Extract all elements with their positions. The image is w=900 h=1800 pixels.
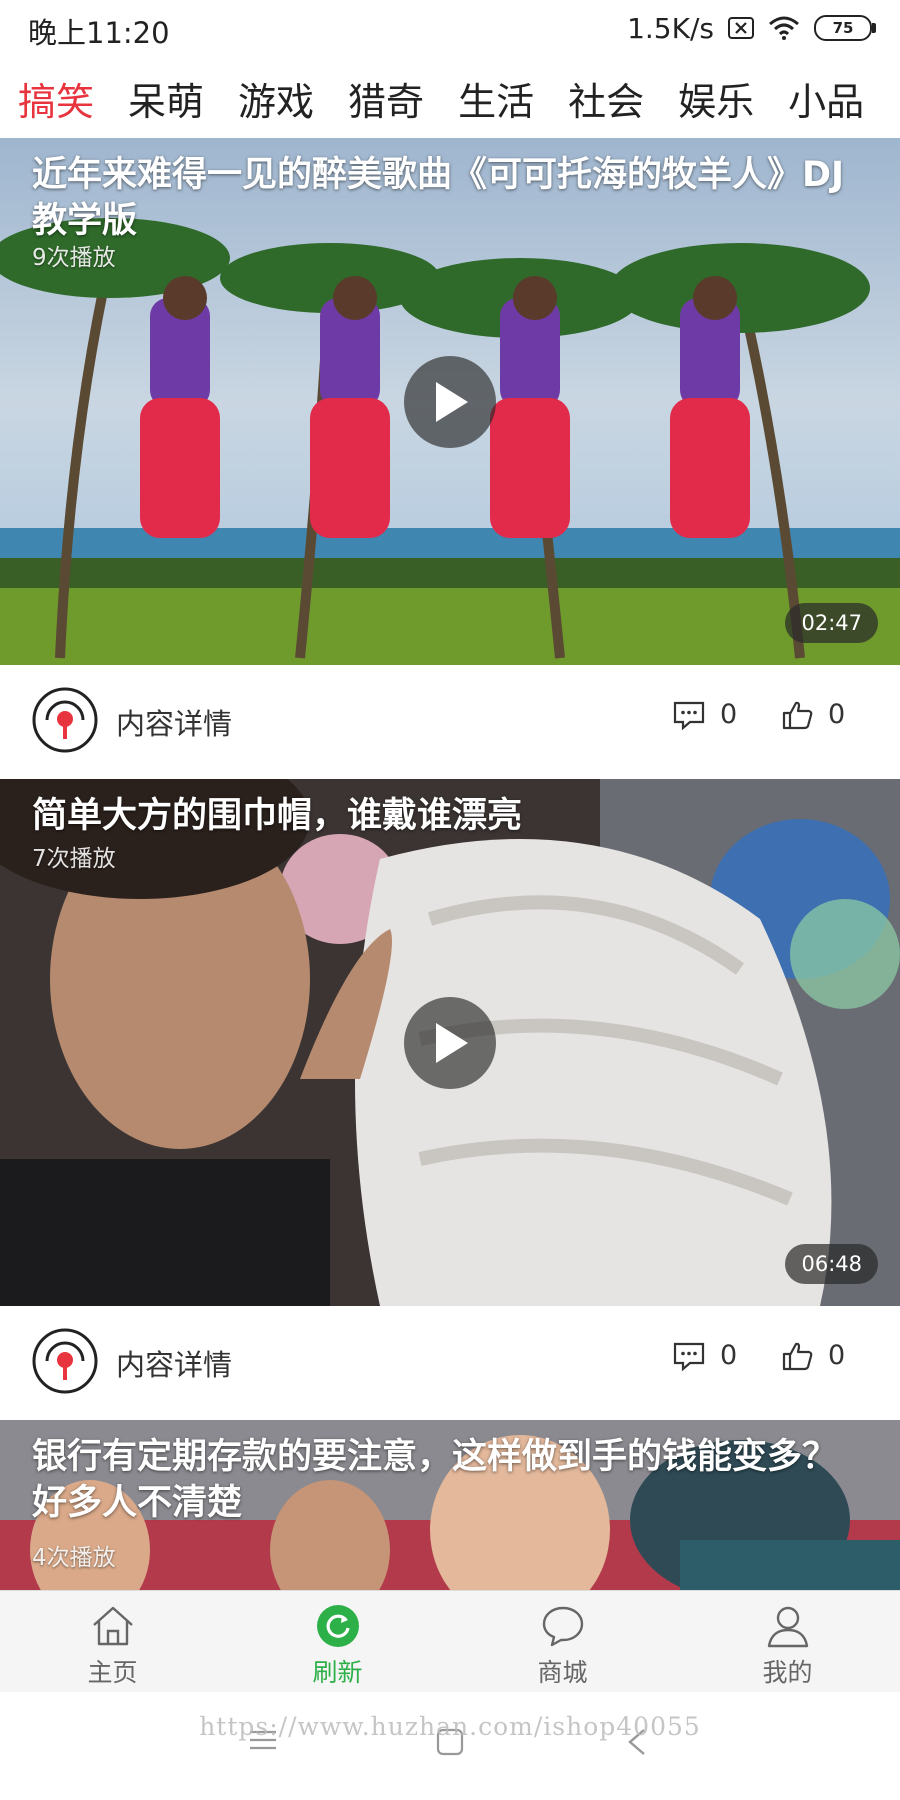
nav-home[interactable]: 主页	[0, 1591, 225, 1693]
nav-refresh[interactable]: 刷新	[225, 1591, 450, 1693]
thumbs-up-icon	[782, 1342, 813, 1370]
like-count: 0	[828, 699, 846, 730]
video-meta-row: 内容详情 0 0	[0, 665, 900, 779]
tab-lieqi[interactable]: 猎奇	[348, 71, 424, 126]
video-card[interactable]: 银行有定期存款的要注意，这样做到手的钱能变多？好多人不清楚 4次播放	[0, 1420, 900, 1596]
video-card[interactable]: 近年来难得一见的醉美歌曲《可可托海的牧羊人》DJ教学版 9次播放 02:47	[0, 138, 900, 665]
comment-count: 0	[720, 699, 738, 730]
avatar[interactable]	[32, 1328, 98, 1394]
like-button[interactable]: 0	[782, 699, 845, 730]
chat-bubble-icon	[542, 1606, 583, 1647]
comment-count: 0	[720, 1340, 738, 1371]
video-card[interactable]: 简单大方的围巾帽，谁戴谁漂亮 7次播放 06:48	[0, 779, 900, 1306]
nav-mall[interactable]: 商城	[450, 1591, 675, 1693]
status-bar: 晚上11:20 1.5K/s 75	[0, 0, 900, 58]
comment-button[interactable]: 0	[672, 699, 737, 730]
video-title[interactable]: 简单大方的围巾帽，谁戴谁漂亮	[32, 793, 852, 839]
network-speed: 1.5K/s	[627, 11, 714, 45]
content-detail-link[interactable]: 内容详情	[116, 701, 232, 743]
tab-shenghuo[interactable]: 生活	[458, 71, 534, 126]
play-count: 4次播放	[32, 1545, 116, 1571]
video-title[interactable]: 近年来难得一见的醉美歌曲《可可托海的牧羊人》DJ教学版	[32, 152, 852, 244]
battery-icon: 75	[814, 15, 876, 41]
play-icon	[436, 1023, 468, 1063]
play-count: 7次播放	[32, 846, 116, 872]
comment-icon	[673, 1342, 705, 1371]
wifi-icon	[768, 16, 800, 40]
play-count: 9次播放	[32, 245, 116, 271]
play-button[interactable]	[404, 356, 496, 448]
tab-xiaopin[interactable]: 小品	[788, 71, 864, 126]
nav-profile[interactable]: 我的	[675, 1591, 900, 1693]
comment-icon	[673, 701, 705, 730]
tab-yule[interactable]: 娱乐	[678, 71, 754, 126]
video-title[interactable]: 银行有定期存款的要注意，这样做到手的钱能变多？好多人不清楚	[32, 1434, 852, 1526]
like-button[interactable]: 0	[782, 1340, 845, 1371]
system-nav-bar: https://www.huzhan.com/ishop40055	[0, 1692, 900, 1800]
video-feed: 近年来难得一见的醉美歌曲《可可托海的牧羊人》DJ教学版 9次播放 02:47 内…	[0, 138, 900, 1596]
video-duration: 02:47	[785, 603, 878, 643]
play-icon	[436, 382, 468, 422]
nav-label: 刷新	[312, 1658, 363, 1687]
status-icons: 1.5K/s 75	[627, 10, 876, 46]
tab-daimeng[interactable]: 呆萌	[128, 71, 204, 126]
sim-x-icon	[728, 17, 754, 39]
tab-youxi[interactable]: 游戏	[238, 71, 314, 126]
comment-button[interactable]: 0	[672, 1340, 737, 1371]
refresh-icon	[316, 1605, 359, 1647]
nav-label: 商城	[537, 1658, 588, 1687]
category-tabs: 搞笑 呆萌 游戏 猎奇 生活 社会 娱乐 小品	[0, 58, 900, 138]
home-icon	[92, 1606, 133, 1646]
video-duration: 06:48	[785, 1244, 878, 1284]
video-meta-row: 内容详情 0 0	[0, 1306, 900, 1420]
user-icon	[767, 1606, 808, 1648]
nav-label: 主页	[87, 1658, 138, 1687]
content-detail-link[interactable]: 内容详情	[116, 1342, 232, 1384]
avatar[interactable]	[32, 687, 98, 753]
tab-shehui[interactable]: 社会	[568, 71, 644, 126]
bottom-nav: 主页 刷新 商城 我的	[0, 1590, 900, 1693]
like-count: 0	[828, 1340, 846, 1371]
play-button[interactable]	[404, 997, 496, 1089]
nav-label: 我的	[762, 1658, 813, 1687]
status-time: 晚上11:20	[28, 16, 170, 50]
tab-gaoxiao[interactable]: 搞笑	[18, 71, 94, 126]
thumbs-up-icon	[782, 701, 813, 729]
watermark: https://www.huzhan.com/ishop40055	[199, 1712, 701, 1741]
